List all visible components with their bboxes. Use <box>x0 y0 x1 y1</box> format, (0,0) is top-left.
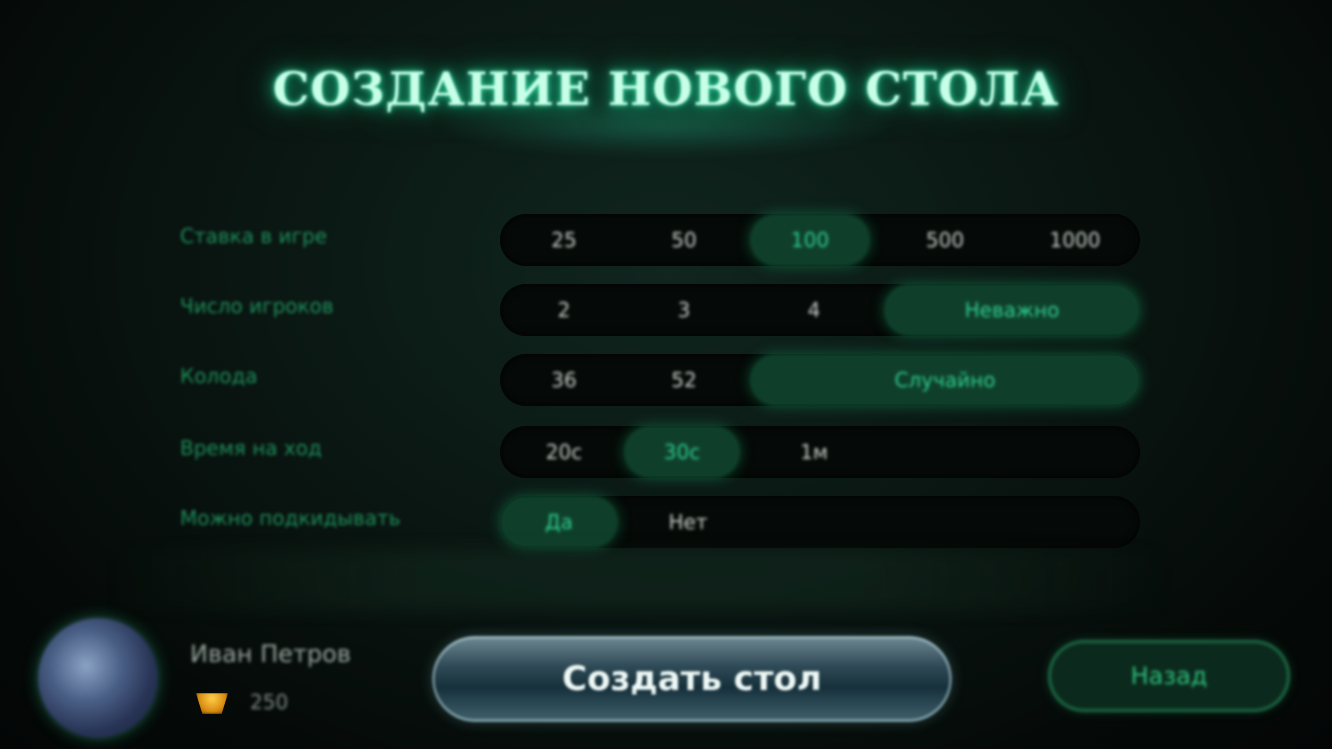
deck-option-36[interactable]: 36 <box>500 354 628 406</box>
setting-row-deck: Колода 36 52 Случайно <box>170 346 1160 408</box>
players-option-any[interactable]: Неважно <box>884 284 1140 336</box>
throw-in-selector: Да Нет <box>500 496 1140 548</box>
stake-option-50[interactable]: 50 <box>620 214 748 266</box>
table-edge-decoration <box>110 550 1170 610</box>
page-title: СОЗДАНИЕ НОВОГО СТОЛА <box>272 62 1060 116</box>
setting-row-throw-in: Можно подкидывать Да Нет <box>170 488 1160 550</box>
stake-option-1000[interactable]: 1000 <box>1010 214 1140 266</box>
players-selector: 2 3 4 Неважно <box>500 284 1140 336</box>
player-name: Иван Петров <box>190 640 351 668</box>
throw-in-option-yes[interactable]: Да <box>500 496 618 548</box>
deck-option-random[interactable]: Случайно <box>750 354 1140 406</box>
coin-stack-icon <box>196 693 228 714</box>
setting-label-players: Число игроков <box>180 294 334 318</box>
stake-option-500[interactable]: 500 <box>880 214 1010 266</box>
stake-selector: 25 50 100 500 1000 <box>500 214 1140 266</box>
setting-label-move-time: Время на ход <box>180 436 322 460</box>
move-time-option-1m[interactable]: 1м <box>750 426 878 478</box>
deck-selector: 36 52 Случайно <box>500 354 1140 406</box>
create-table-button[interactable]: Создать стол <box>432 636 952 722</box>
players-option-4[interactable]: 4 <box>750 284 878 336</box>
move-time-option-20s[interactable]: 20с <box>500 426 628 478</box>
setting-label-deck: Колода <box>180 364 258 388</box>
setting-row-move-time: Время на ход 20с 30с 1м <box>170 418 1160 480</box>
back-button[interactable]: Назад <box>1048 640 1290 712</box>
player-avatar[interactable] <box>38 618 158 738</box>
move-time-option-30s[interactable]: 30с <box>624 426 740 478</box>
stake-option-25[interactable]: 25 <box>500 214 628 266</box>
throw-in-option-no[interactable]: Нет <box>624 496 752 548</box>
stake-option-100[interactable]: 100 <box>750 214 870 266</box>
setting-label-throw-in: Можно подкидывать <box>180 506 401 530</box>
players-option-2[interactable]: 2 <box>500 284 628 336</box>
player-chips: 250 <box>250 690 289 714</box>
deck-option-52[interactable]: 52 <box>620 354 748 406</box>
move-time-selector: 20с 30с 1м <box>500 426 1140 478</box>
setting-label-stake: Ставка в игре <box>180 224 328 248</box>
setting-row-players: Число игроков 2 3 4 Неважно <box>170 276 1160 338</box>
players-option-3[interactable]: 3 <box>620 284 748 336</box>
setting-row-stake: Ставка в игре 25 50 100 500 1000 <box>170 206 1160 268</box>
